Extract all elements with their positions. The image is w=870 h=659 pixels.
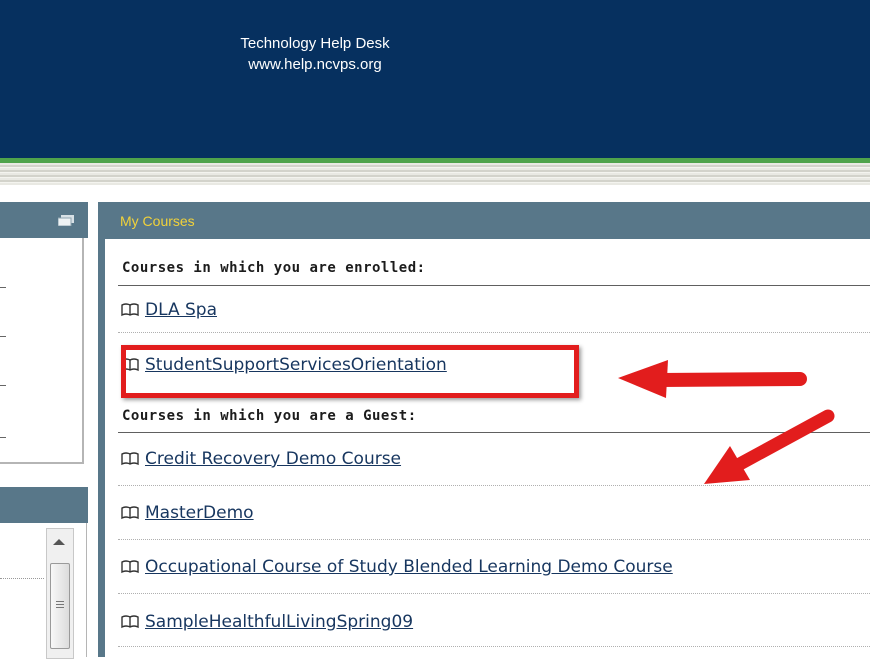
diagonal-arrow-icon [704, 409, 835, 484]
annotation-arrows [618, 360, 835, 484]
left-arrow-icon [618, 360, 807, 398]
